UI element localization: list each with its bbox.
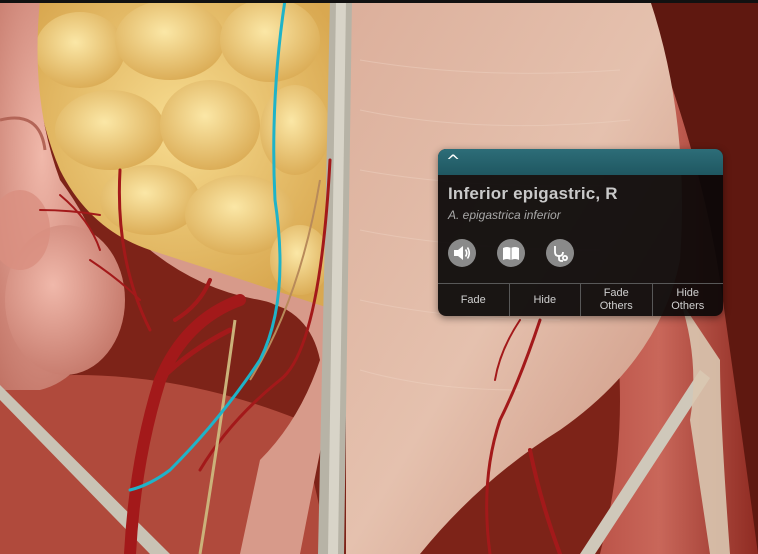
panel-action-bar: Fade Hide Fade Others Hide Others: [438, 283, 723, 316]
clinical-button[interactable]: [546, 239, 574, 267]
pronunciation-button[interactable]: [448, 239, 476, 267]
structure-name: Inferior epigastric, R: [448, 184, 618, 203]
definition-button[interactable]: [497, 239, 525, 267]
fade-others-button[interactable]: Fade Others: [580, 284, 652, 316]
hide-button[interactable]: Hide: [508, 284, 581, 316]
hide-others-button[interactable]: Hide Others: [651, 284, 724, 316]
stethoscope-icon: [554, 246, 568, 262]
book-icon: [503, 246, 519, 260]
structure-latin-name: A. epigastrica inferior: [448, 208, 561, 222]
structure-info-panel: ^ Inferior epigastric, R A. epigastrica …: [438, 149, 723, 316]
collapse-panel-button[interactable]: ^: [446, 152, 470, 172]
panel-header: ^: [438, 149, 723, 175]
speaker-icon: [454, 246, 471, 260]
fade-button[interactable]: Fade: [438, 284, 509, 316]
